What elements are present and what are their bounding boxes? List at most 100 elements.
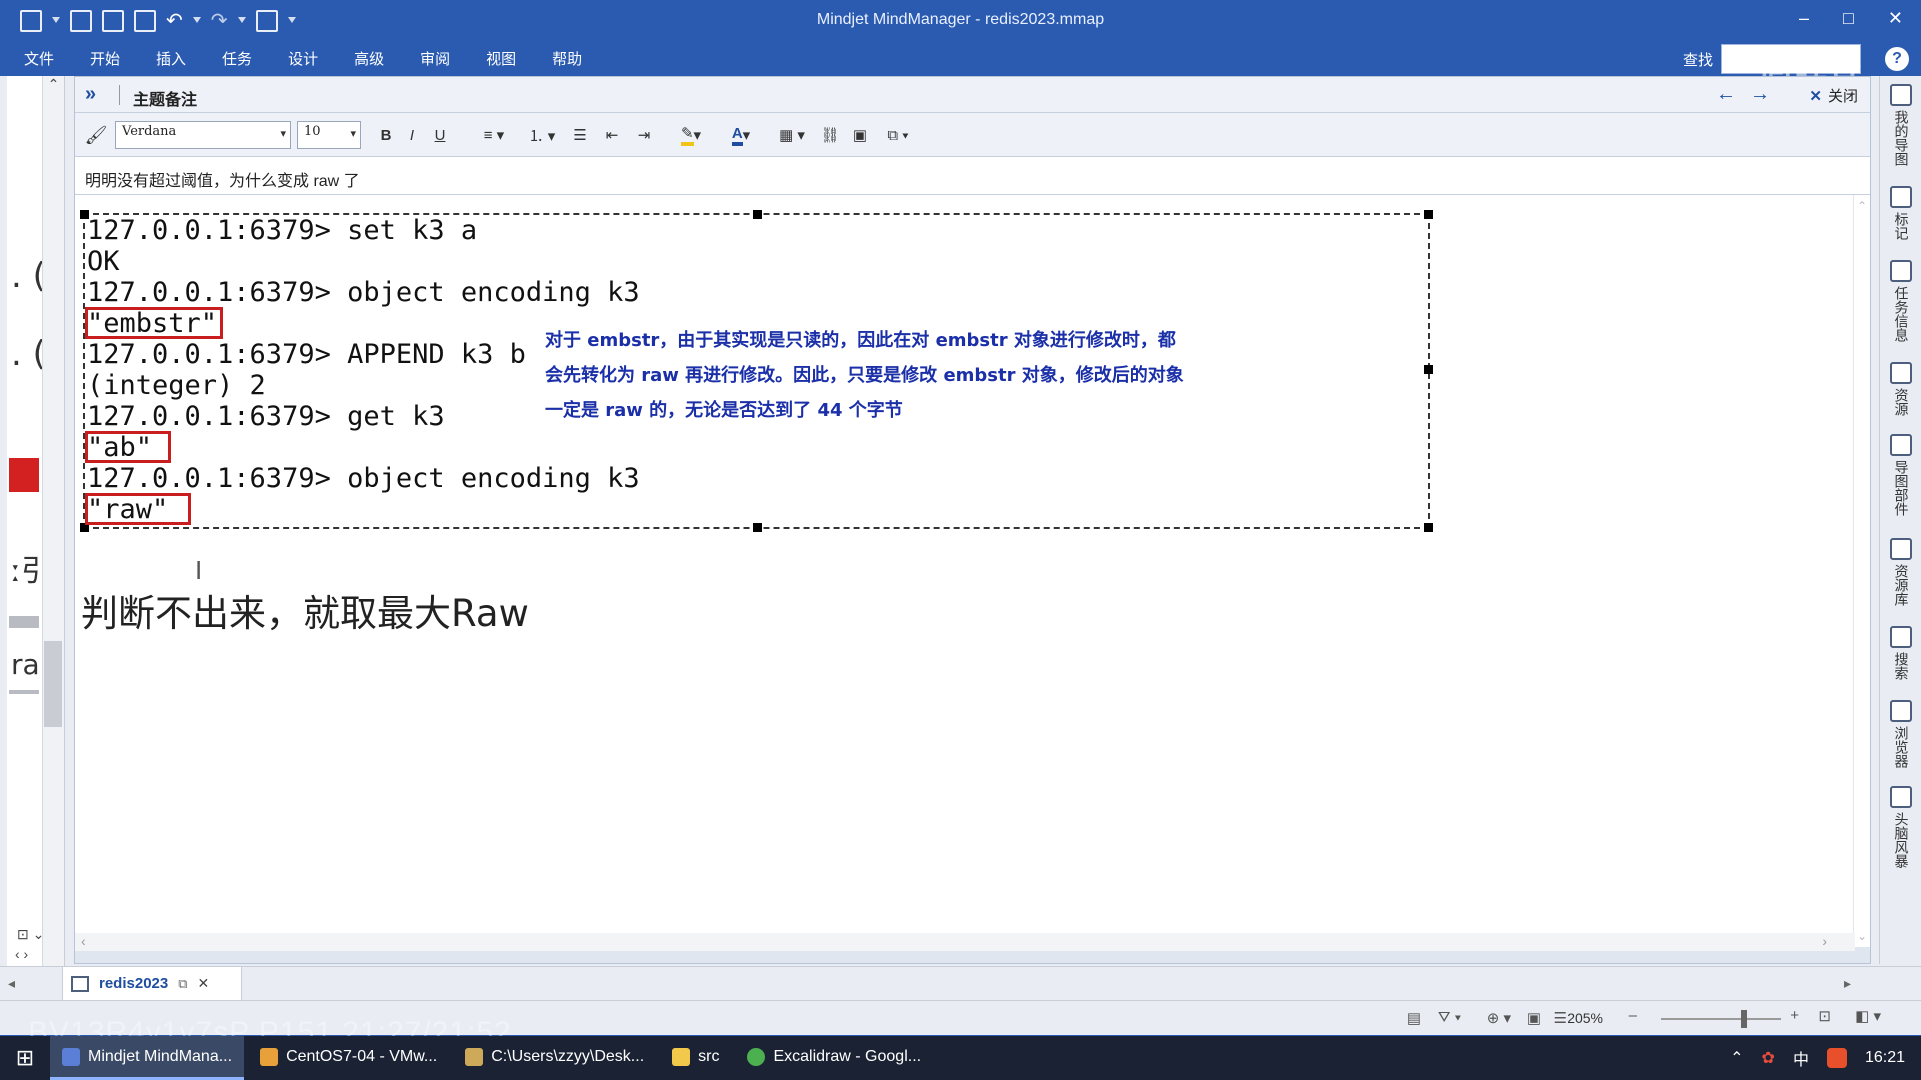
tabs-scroll-left-icon[interactable]: ◂ xyxy=(8,975,15,992)
dock-label: 资源 xyxy=(1893,388,1910,416)
previous-topic-icon[interactable]: ← xyxy=(1716,83,1736,106)
zoom-slider-knob[interactable] xyxy=(1741,1010,1747,1028)
dock-search[interactable]: 搜索 xyxy=(1886,626,1916,680)
minimize-button[interactable]: – xyxy=(1799,8,1809,29)
tray-expand-icon[interactable]: ⌃ xyxy=(1730,1048,1743,1068)
taskbar-item-vmware[interactable]: CentOS7-04 - VMw... xyxy=(248,1036,449,1080)
focus-icon[interactable]: ⊕ ▾ xyxy=(1487,1009,1511,1027)
left-pane-scroll-thumb[interactable] xyxy=(44,641,62,727)
layout-icon[interactable]: ◧ ▾ xyxy=(1855,1007,1881,1025)
map-fragment-text: . ( xyxy=(11,334,46,374)
taskbar-item-explorer[interactable]: C:\Users\zzyy\Desk... xyxy=(453,1036,656,1080)
clock-time[interactable]: 16:21 xyxy=(1865,1049,1905,1067)
tab-design[interactable]: 设计 xyxy=(288,48,318,69)
bullet-list-icon[interactable]: ☰ xyxy=(567,122,593,148)
note-status-icon[interactable]: ▤ xyxy=(1407,1009,1421,1027)
close-button[interactable]: ✕ xyxy=(1888,8,1903,29)
resize-handle[interactable] xyxy=(753,523,762,532)
tab-help[interactable]: 帮助 xyxy=(552,48,582,69)
zoom-slider[interactable] xyxy=(1661,1010,1781,1028)
resize-handle[interactable] xyxy=(753,210,762,219)
resize-handle[interactable] xyxy=(1424,523,1433,532)
numbered-list-icon[interactable]: ⒈ ▾ xyxy=(523,122,561,148)
note-subject-row[interactable]: 明明没有超过阈值，为什么变成 raw 了 xyxy=(75,157,1870,195)
italic-icon[interactable]: I xyxy=(401,122,423,148)
left-pane-scrollbar[interactable]: ⌃ xyxy=(42,76,64,966)
taskbar-item-src-folder[interactable]: src xyxy=(660,1036,731,1080)
font-family-select[interactable]: Verdana xyxy=(115,121,291,149)
ribbon-tabs: 文件 开始 插入 任务 设计 高级 审阅 视图 帮助 查找 ? xyxy=(0,42,1921,76)
collapse-pane-icon[interactable]: » xyxy=(85,83,96,106)
resize-handle[interactable] xyxy=(1424,210,1433,219)
dock-my-maps[interactable]: 我的导图 xyxy=(1886,84,1916,166)
zoom-out-icon[interactable]: – xyxy=(1629,1007,1637,1024)
tab-home[interactable]: 开始 xyxy=(90,48,120,69)
dock-brainstorm[interactable]: 头脑风暴 xyxy=(1886,786,1916,868)
scroll-left-icon[interactable]: ‹ xyxy=(81,933,86,949)
image-icon[interactable]: ▣ xyxy=(847,122,873,148)
scroll-right-icon[interactable]: › xyxy=(1822,933,1827,949)
terminal-screenshot-image[interactable]: 127.0.0.1:6379> set k3 a OK 127.0.0.1:63… xyxy=(80,210,1433,532)
explanation-line: 一定是 raw 的，无论是否达到了 44 个字节 xyxy=(545,400,903,421)
format-painter-icon[interactable]: 🖌 xyxy=(83,122,109,148)
fit-map-icon[interactable]: ⊡ xyxy=(1818,1007,1831,1025)
scroll-up-icon[interactable]: ⌃ xyxy=(1854,199,1870,213)
sogou-ime-icon[interactable] xyxy=(1826,1048,1847,1068)
close-tab-icon[interactable]: ✕ xyxy=(198,975,210,992)
font-size-select[interactable]: 10 xyxy=(297,121,361,149)
decrease-indent-icon[interactable]: ⇤ xyxy=(599,122,625,148)
dock-markers[interactable]: 标记 xyxy=(1886,186,1916,240)
terminal-line: 127.0.0.1:6379> APPEND k3 b xyxy=(87,339,526,370)
map-view-icon[interactable]: ▣ xyxy=(1527,1009,1541,1027)
restore-tab-icon[interactable]: ⧉ xyxy=(178,976,187,992)
insert-object-icon[interactable]: ⧉ ▾ xyxy=(879,122,917,148)
windows-start-icon[interactable]: ⊞ xyxy=(0,1036,50,1080)
terminal-line: 127.0.0.1:6379> set k3 a xyxy=(87,215,478,246)
resize-handle[interactable] xyxy=(1424,365,1433,374)
close-notes-label: 关闭 xyxy=(1827,88,1858,105)
dock-map-parts[interactable]: 导图部件 xyxy=(1886,434,1916,516)
font-color-icon[interactable]: A ▾ xyxy=(721,122,761,148)
taskbar-item-mindmanager[interactable]: Mindjet MindMana... xyxy=(50,1036,245,1080)
maximize-button[interactable]: □ xyxy=(1843,8,1854,29)
input-method-indicator[interactable]: 中 xyxy=(1793,1046,1809,1070)
tab-task[interactable]: 任务 xyxy=(222,48,252,69)
highlight-color-icon[interactable]: ✎ ▾ xyxy=(671,122,711,148)
hyperlink-icon[interactable]: ⛓ xyxy=(817,122,843,148)
table-icon[interactable]: ▦ ▾ xyxy=(773,122,811,148)
note-editor[interactable]: 127.0.0.1:6379> set k3 a OK 127.0.0.1:63… xyxy=(75,195,1855,947)
scroll-down-icon[interactable]: ⌄ xyxy=(1854,929,1870,943)
dock-library[interactable]: 资源库 xyxy=(1886,538,1916,606)
zoom-level: 205% xyxy=(1567,1010,1603,1026)
taskbar-item-chrome[interactable]: Excalidraw - Googl... xyxy=(735,1036,933,1080)
tab-insert[interactable]: 插入 xyxy=(156,48,186,69)
close-notes-button[interactable]: ✕ 关闭 xyxy=(1809,85,1858,106)
bold-icon[interactable]: B xyxy=(375,122,397,148)
document-tab[interactable]: redis2023 ⧉ ✕ xyxy=(62,967,242,1001)
expand-collapse-icon[interactable]: ⊡ ⌄ xyxy=(17,926,44,943)
scroll-up-icon[interactable]: ⌃ xyxy=(43,76,64,93)
tab-review[interactable]: 审阅 xyxy=(420,48,450,69)
tab-advanced[interactable]: 高级 xyxy=(354,48,384,69)
zoom-in-icon[interactable]: + xyxy=(1790,1007,1799,1024)
left-right-arrows-icon[interactable]: ‹ › xyxy=(15,946,28,962)
dock-resources[interactable]: 资源 xyxy=(1886,362,1916,416)
tab-view[interactable]: 视图 xyxy=(486,48,516,69)
dock-task-info[interactable]: 任务信息 xyxy=(1886,260,1916,342)
increase-indent-icon[interactable]: ⇥ xyxy=(631,122,657,148)
dock-browser[interactable]: 浏览器 xyxy=(1886,700,1916,768)
align-icon[interactable]: ≡ ▾ xyxy=(475,122,513,148)
explanation-line: 对于 embstr，由于其实现是只读的，因此在对 embstr 对象进行修改时，… xyxy=(545,330,1176,351)
tab-file[interactable]: 文件 xyxy=(24,48,54,69)
folder-icon xyxy=(672,1047,691,1066)
help-icon[interactable]: ? xyxy=(1885,47,1909,71)
tabs-scroll-right-icon[interactable]: ▸ xyxy=(1844,975,1851,992)
text-cursor-icon: I xyxy=(195,555,203,585)
tray-app-icon[interactable]: ✿ xyxy=(1762,1048,1775,1068)
editor-vertical-scrollbar[interactable]: ⌃ ⌄ xyxy=(1853,195,1870,947)
outline-view-icon[interactable]: ☰ xyxy=(1554,1009,1567,1027)
filter-icon[interactable]: ⛛ ▾ xyxy=(1438,1009,1461,1026)
editor-horizontal-scrollbar[interactable]: ‹ › xyxy=(75,933,1855,951)
underline-icon[interactable]: U xyxy=(429,122,451,148)
next-topic-icon[interactable]: → xyxy=(1750,83,1770,106)
